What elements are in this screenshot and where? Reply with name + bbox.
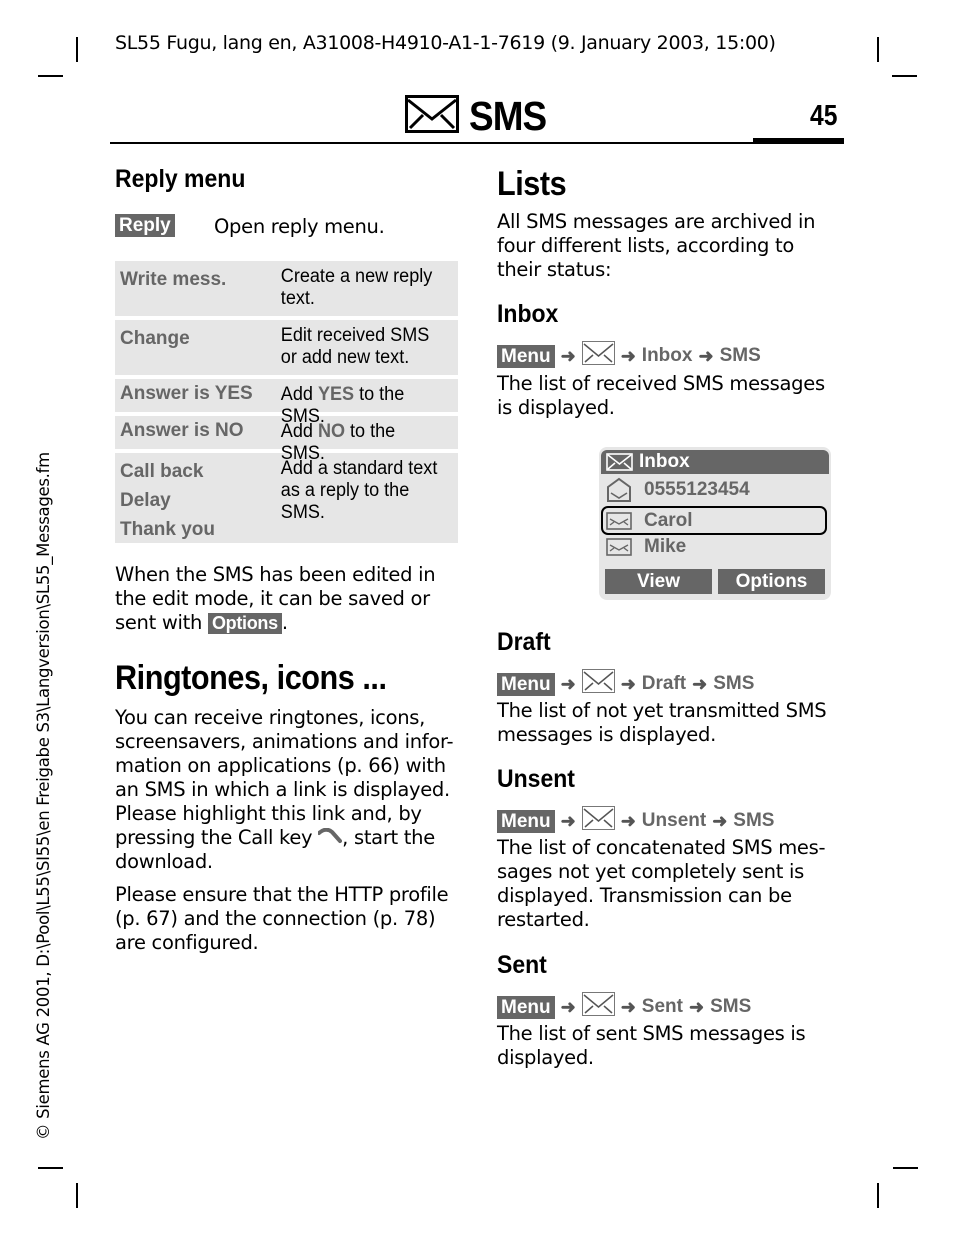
crop-mark [38, 75, 63, 77]
arrow-icon: ➜ [560, 345, 576, 366]
arrow-icon: ➜ [620, 345, 636, 366]
page-number: 45 [810, 100, 838, 132]
inbox-menu-path: Menu ➜ ➜ Inbox ➜ SMS [497, 341, 761, 371]
lists-heading: Lists [497, 165, 567, 203]
arrow-icon: ➜ [692, 673, 708, 694]
phone-screen-inbox: Inbox 0555123454 Carol Mike View Options [599, 447, 831, 600]
crop-mark [893, 1167, 918, 1169]
page-number-bar [753, 138, 844, 144]
read-envelope-icon [606, 511, 632, 530]
reply-menu-heading: Reply menu [115, 165, 246, 193]
list-item[interactable]: 0555123454 [603, 476, 825, 503]
list-item-selected[interactable]: Carol [601, 506, 827, 535]
arrow-icon: ➜ [620, 996, 636, 1017]
envelope-icon [581, 669, 615, 699]
option-description: Add a standard text as a reply to the SM… [280, 458, 438, 523]
menu-key: Menu [497, 344, 555, 368]
document-info: SL55 Fugu, lang en, A31008-H4910-A1-1-76… [115, 32, 776, 54]
arrow-icon: ➜ [620, 810, 636, 831]
arrow-icon: ➜ [560, 810, 576, 831]
unread-envelope-icon [606, 477, 632, 503]
option-description: Create a new reply text. [280, 266, 433, 309]
reply-key: Reply [115, 214, 175, 237]
crop-mark [892, 75, 917, 77]
no-value: NO [317, 421, 346, 442]
screen-title: Inbox [639, 451, 690, 472]
table-row: Call back Delay Thank you Add a standard… [115, 453, 458, 543]
envelope-icon [405, 95, 459, 137]
list-item[interactable]: Mike [603, 533, 825, 560]
file-path-note: © Siemens AG 2001, D:\Pool\L55\SI55\en F… [34, 452, 53, 1140]
sent-description: The list of sent SMS messages is display… [497, 1022, 806, 1069]
crop-mark [877, 1183, 879, 1208]
reply-options-table: Write mess. Create a new reply text. Cha… [115, 261, 458, 547]
unsent-menu-path: Menu ➜ ➜ Unsent ➜ SMS [497, 806, 774, 836]
yes-value: YES [317, 384, 355, 405]
option-description: Add NO to the SMS. [280, 421, 396, 464]
crop-mark [38, 1167, 63, 1169]
option-name: Call back Delay Thank you [120, 461, 216, 540]
header-rule [110, 142, 844, 144]
draft-description: The list of not yet transmitted SMS mess… [497, 699, 827, 746]
envelope-icon [581, 341, 615, 371]
http-profile-paragraph: Please ensure that the HTTP profile (p. … [115, 883, 449, 954]
arrow-icon: ➜ [698, 345, 714, 366]
table-row: Answer is YES Add YES to the SMS. [115, 379, 458, 427]
crop-mark [877, 37, 879, 62]
reply-key-row: Reply [115, 214, 175, 237]
chapter-title-text: SMS [469, 93, 547, 139]
arrow-icon: ➜ [560, 996, 576, 1017]
draft-menu-path: Menu ➜ ➜ Draft ➜ SMS [497, 669, 754, 699]
arrow-icon: ➜ [688, 996, 705, 1017]
menu-key: Menu [497, 672, 555, 696]
edit-mode-text: When the SMS has been edited in the edit… [115, 563, 436, 634]
table-row: Write mess. Create a new reply text. [115, 261, 458, 316]
options-softkey[interactable]: Options [718, 569, 825, 594]
option-name: Change [120, 328, 190, 349]
reply-key-description: Open reply menu. [214, 215, 385, 238]
options-key: Options [207, 613, 282, 634]
table-row: Answer is NO Add NO to the SMS. [115, 416, 458, 464]
arrow-icon: ➜ [620, 673, 636, 694]
menu-key: Menu [497, 995, 555, 1019]
table-row: Change Edit received SMS or add new text… [115, 320, 458, 375]
menu-key: Menu [497, 809, 555, 833]
option-name: Answer is NO [120, 420, 244, 441]
option-description: Add YES to the SMS. [280, 384, 405, 427]
chapter-title: SMS [405, 94, 555, 138]
crop-mark [76, 1183, 78, 1208]
arrow-icon: ➜ [560, 673, 576, 694]
option-name: Answer is YES [120, 383, 253, 404]
inbox-description: The list of received SMS messages is dis… [497, 372, 825, 419]
inbox-heading: Inbox [497, 300, 559, 328]
option-description: Edit received SMS or add new text. [280, 325, 430, 368]
envelope-icon [581, 806, 615, 836]
crop-mark [76, 37, 78, 62]
ringtones-heading: Ringtones, icons ... [115, 659, 387, 697]
sent-heading: Sent [497, 951, 547, 979]
arrow-icon: ➜ [712, 810, 728, 831]
screen-title-bar: Inbox [601, 450, 829, 474]
ringtones-paragraph: You can receive ringtones, icons, screen… [115, 706, 454, 873]
lists-intro: All SMS messages are archived in four di… [497, 210, 816, 281]
call-key-icon [317, 826, 343, 849]
draft-heading: Draft [497, 628, 551, 656]
envelope-icon [581, 992, 615, 1022]
read-envelope-icon [606, 537, 632, 556]
unsent-description: The list of concatenated SMS mes-sages n… [497, 836, 826, 931]
envelope-icon [606, 453, 633, 471]
option-name: Write mess. [120, 269, 227, 290]
sent-menu-path: Menu ➜ ➜ Sent ➜ SMS [497, 992, 751, 1022]
unsent-heading: Unsent [497, 765, 575, 793]
view-softkey[interactable]: View [605, 569, 712, 594]
